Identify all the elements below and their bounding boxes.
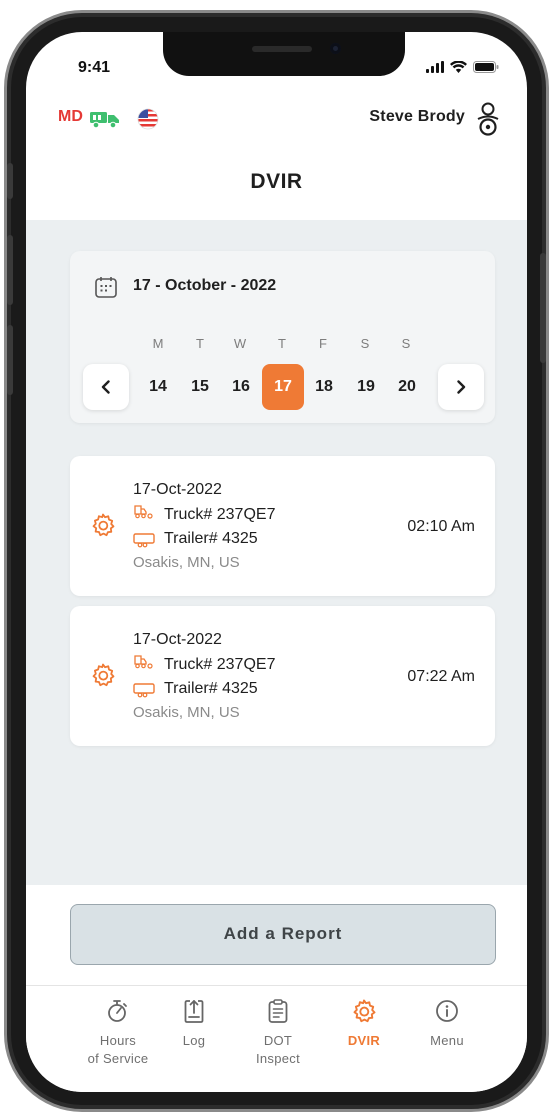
phone-screen: 9:41 MD Steve Brody DVIR 17 - October - …	[26, 32, 527, 1092]
report-time: 02:10 Am	[407, 518, 475, 535]
weekday-label: W	[233, 336, 247, 351]
gear-icon	[91, 663, 115, 692]
day-cell[interactable]: 15	[179, 364, 221, 410]
nav-label-line: of Service	[87, 1051, 149, 1066]
upload-log-icon	[184, 1000, 204, 1023]
day-cell[interactable]: 18	[303, 364, 345, 410]
bottom-navigation: Hours of Service Log DOT Inspect DVIR Me…	[26, 985, 527, 1092]
day-cell[interactable]: 14	[137, 364, 179, 410]
report-date: 17-Oct-2022	[133, 631, 222, 648]
weekday-label: F	[319, 336, 327, 351]
clipboard-icon	[268, 999, 288, 1023]
report-location: Osakis, MN, US	[133, 704, 240, 721]
report-time: 07:22 Am	[407, 668, 475, 685]
wifi-icon	[450, 60, 467, 78]
truck-icon	[90, 110, 120, 133]
status-icons	[426, 60, 499, 78]
dvir-report-card[interactable]: 17-Oct-2022 Truck# 237QE7 Trailer# 4325 …	[70, 606, 495, 746]
next-week-button[interactable]	[438, 364, 484, 410]
us-flag-icon	[137, 108, 159, 135]
trailer-number: Trailer# 4325	[164, 680, 258, 697]
stopwatch-icon	[108, 1000, 127, 1022]
day-cell[interactable]: 16	[220, 364, 262, 410]
chevron-right-icon	[457, 380, 466, 394]
weekday-header-row: M T W T F S S	[70, 336, 495, 354]
days-row: 14 15 16 17 18 19 20	[70, 364, 495, 410]
volume-up-button	[7, 235, 13, 305]
previous-week-button[interactable]	[83, 364, 129, 410]
truck-number: Truck# 237QE7	[164, 506, 276, 523]
weekday-label: M	[152, 336, 164, 351]
trailer-icon	[133, 682, 155, 703]
battery-icon	[473, 60, 499, 78]
nav-label: Menu	[402, 1032, 492, 1050]
page-title: DVIR	[250, 170, 303, 193]
volume-down-button	[7, 325, 13, 395]
driver-avatar-icon[interactable]	[475, 102, 501, 141]
nav-label-line: DOT	[263, 1033, 293, 1048]
weekday-label: S	[401, 336, 411, 351]
chevron-left-icon	[101, 380, 110, 394]
mute-switch	[7, 163, 13, 199]
add-report-button[interactable]: Add a Report	[70, 904, 496, 965]
dvir-report-card[interactable]: 17-Oct-2022 Truck# 237QE7 Trailer# 4325 …	[70, 456, 495, 596]
trailer-icon	[133, 532, 155, 553]
selected-date-label: 17 - October - 2022	[133, 277, 277, 294]
nav-label: Log	[149, 1032, 239, 1050]
nav-label-line: Log	[182, 1033, 206, 1048]
trailer-number: Trailer# 4325	[164, 530, 258, 547]
power-button	[540, 253, 546, 363]
notch	[163, 32, 405, 76]
signal-icon	[426, 60, 444, 78]
truck-number: Truck# 237QE7	[164, 656, 276, 673]
nav-label-line: DVIR	[347, 1033, 381, 1048]
weekday-label: T	[196, 336, 204, 351]
calendar-icon[interactable]	[94, 275, 118, 304]
speaker-grille	[252, 46, 312, 52]
gear-icon	[91, 513, 115, 542]
gear-icon	[353, 999, 376, 1023]
nav-label-line: Inspect	[255, 1051, 300, 1066]
day-cell[interactable]: 20	[386, 364, 428, 410]
info-icon	[436, 1000, 458, 1022]
report-date: 17-Oct-2022	[133, 481, 222, 498]
nav-menu[interactable]: Menu	[402, 996, 492, 1050]
date-picker-card: 17 - October - 2022 M T W T F S S 14 15 …	[70, 251, 495, 423]
weekday-label: S	[360, 336, 370, 351]
app-header-row: MD Steve Brody	[26, 102, 527, 138]
duty-mode-label: MD	[58, 108, 83, 125]
nav-dot-inspect[interactable]: DOT Inspect	[233, 996, 323, 1068]
truck-outline-icon	[134, 505, 154, 528]
nav-dvir[interactable]: DVIR	[319, 996, 409, 1050]
front-camera	[330, 43, 341, 54]
nav-label: DOT Inspect	[233, 1032, 323, 1068]
nav-label: DVIR	[319, 1032, 409, 1050]
nav-log[interactable]: Log	[149, 996, 239, 1050]
truck-outline-icon	[134, 655, 154, 678]
status-time: 9:41	[78, 59, 111, 76]
day-cell-selected[interactable]: 17	[262, 364, 304, 410]
nav-label-line: Menu	[430, 1033, 464, 1048]
day-cell[interactable]: 19	[345, 364, 387, 410]
weekday-label: T	[278, 336, 286, 351]
user-name[interactable]: Steve Brody	[369, 108, 465, 126]
report-location: Osakis, MN, US	[133, 554, 240, 571]
